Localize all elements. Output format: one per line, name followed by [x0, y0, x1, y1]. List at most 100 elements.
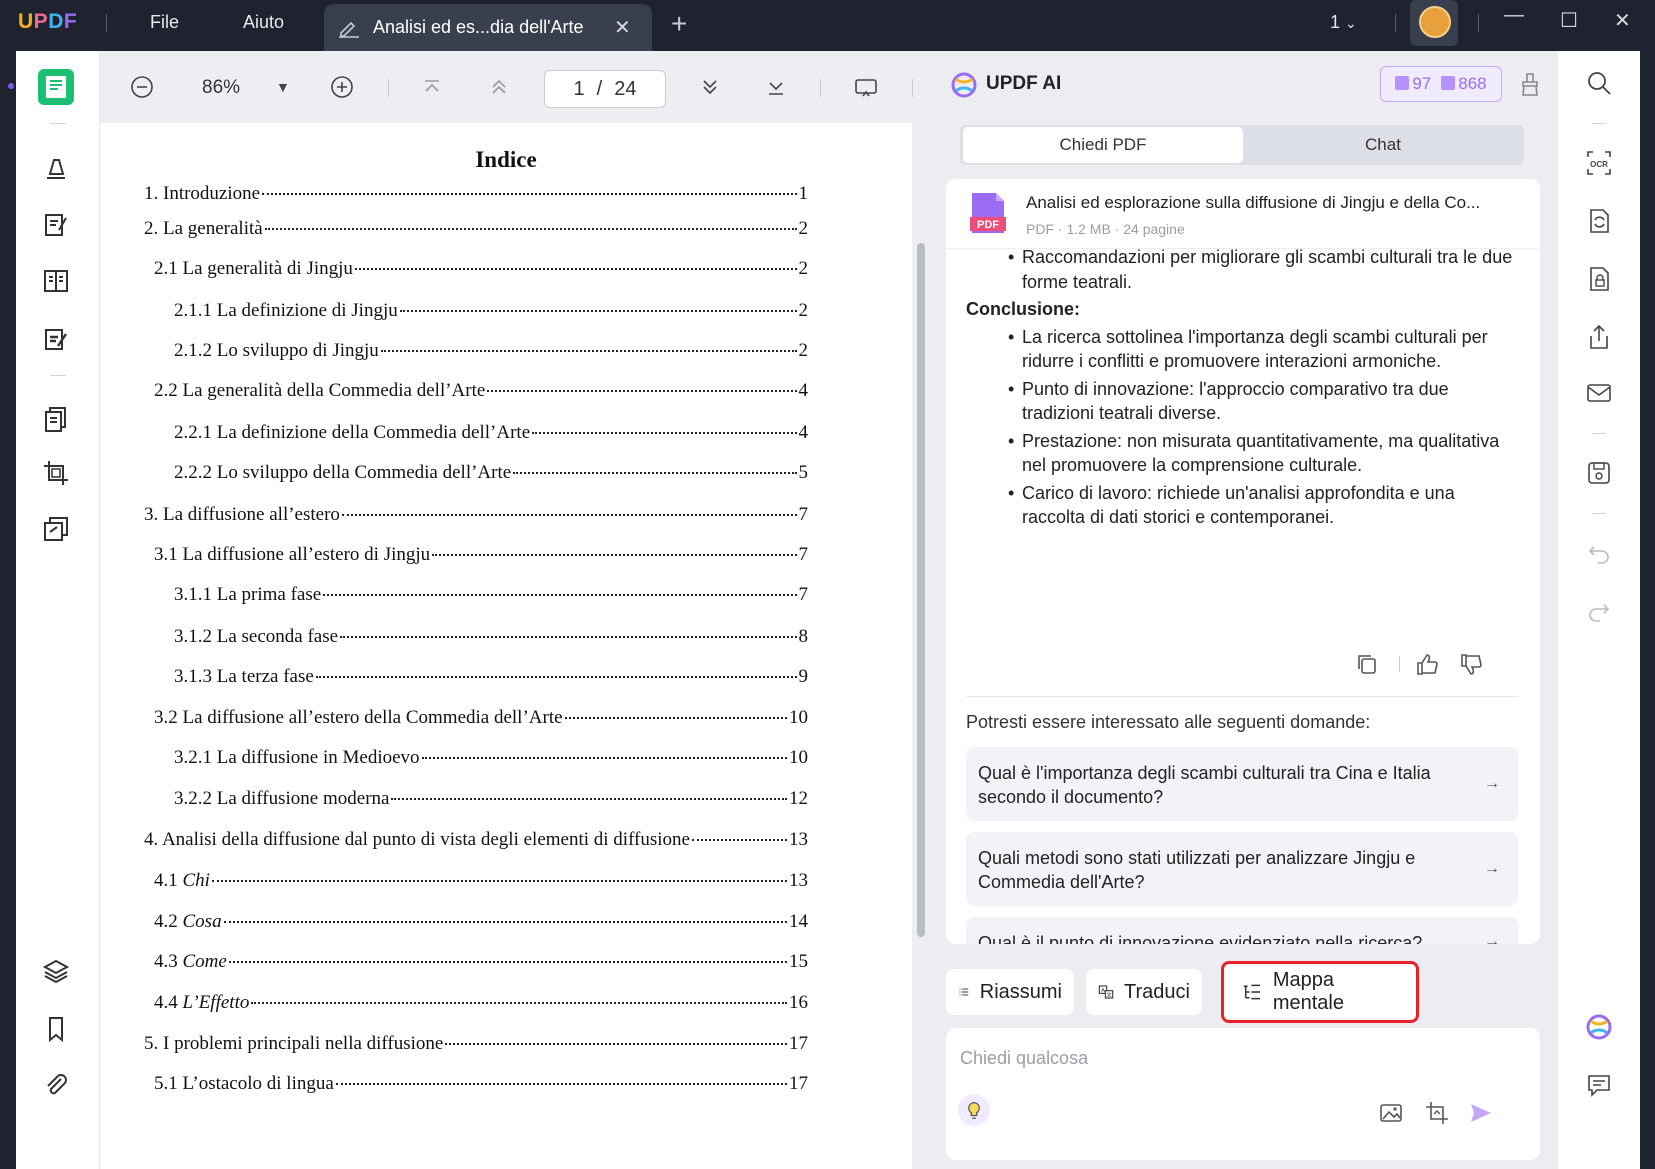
svg-text:A: A — [1101, 988, 1105, 994]
fill-sign-icon[interactable] — [38, 321, 74, 357]
toc-entry-label: 1. Introduzione — [144, 183, 261, 204]
plus-icon[interactable]: + — [671, 8, 687, 40]
page-tools-icon[interactable] — [38, 511, 74, 547]
image-icon[interactable] — [1378, 1100, 1404, 1126]
layers-icon[interactable] — [38, 953, 74, 989]
clear-chat-icon[interactable] — [1518, 71, 1542, 97]
toc-title: Indice — [475, 147, 537, 172]
tab-ask-pdf[interactable]: Chiedi PDF — [963, 127, 1243, 163]
toc-entry[interactable]: 3.1.2 La seconda fase 8 — [174, 626, 808, 652]
toc-page-number: 2 — [798, 340, 809, 361]
reader-mode-icon[interactable] — [38, 69, 74, 105]
toc-entry[interactable]: 5. I problemi principali nella diffusion… — [144, 1033, 808, 1059]
lightbulb-icon[interactable] — [958, 1094, 990, 1126]
menu-help[interactable]: Aiuto — [243, 12, 284, 33]
previous-page-icon[interactable] — [485, 73, 513, 101]
toc-entry[interactable]: 2.2.1 La definizione della Commedia dell… — [174, 422, 808, 448]
ai-panel: UPDF AI 97 868 Chiedi PDF Chat PDF Anali… — [928, 51, 1558, 1169]
credits-badge[interactable]: 97 868 — [1380, 66, 1502, 102]
vertical-scrollbar[interactable] — [917, 243, 925, 937]
thumbs-down-icon[interactable] — [1458, 651, 1484, 677]
tab-chat[interactable]: Chat — [1245, 127, 1521, 163]
presentation-icon[interactable] — [852, 73, 880, 101]
first-page-icon[interactable] — [418, 73, 446, 101]
toc-entry[interactable]: 1. Introduzione 1 — [144, 183, 808, 209]
zoom-in-icon[interactable] — [328, 73, 356, 101]
edit-pdf-icon[interactable] — [38, 207, 74, 243]
ocr-icon[interactable]: OCR — [1585, 149, 1613, 177]
translate-button[interactable]: A文 Traduci — [1086, 969, 1202, 1015]
toc-entry[interactable]: 4. Analisi della diffusione dal punto di… — [144, 829, 808, 855]
toc-entry[interactable]: 3.2.1 La diffusione in Medioevo 10 — [174, 747, 808, 773]
ai-response: Raccomandazioni per migliorare gli scamb… — [966, 245, 1514, 530]
page-number-field[interactable]: 1/24 — [544, 70, 666, 108]
suggestion-item[interactable]: Quali metodi sono stati utilizzati per a… — [966, 832, 1518, 906]
toc-entry[interactable]: 4.4 L’Effetto 16 — [154, 992, 808, 1018]
suggestion-item[interactable]: Qual è il punto di innovazione evidenzia… — [966, 917, 1518, 944]
close-icon[interactable]: ✕ — [614, 15, 631, 40]
email-icon[interactable] — [1585, 379, 1613, 407]
toc-entry[interactable]: 3.1 La diffusione all’estero di Jingju 7 — [154, 544, 808, 570]
mind-map-button[interactable]: Mappa mentale — [1221, 961, 1419, 1023]
toc-entry[interactable]: 3. La diffusione all’estero 7 — [144, 504, 808, 530]
summarize-button[interactable]: Riassumi — [946, 969, 1074, 1015]
thumbs-up-icon[interactable] — [1414, 651, 1440, 677]
form-icon[interactable] — [38, 263, 74, 299]
toc-entry[interactable]: 2.2.2 Lo sviluppo della Commedia dell’Ar… — [174, 462, 808, 488]
send-icon[interactable] — [1468, 1100, 1494, 1126]
screenshot-icon[interactable] — [1424, 1100, 1450, 1126]
toc-entry[interactable]: 2.1.2 Lo sviluppo di Jingju 2 — [174, 340, 808, 366]
toc-page-number: 1 — [798, 183, 809, 204]
search-icon[interactable] — [1585, 69, 1613, 97]
toc-entry[interactable]: 3.2.2 La diffusione moderna 12 — [174, 788, 808, 814]
ask-input[interactable]: Chiedi qualcosa — [946, 1028, 1540, 1160]
maximize-icon[interactable]: ☐ — [1560, 8, 1578, 33]
protect-icon[interactable] — [1585, 265, 1613, 293]
next-page-icon[interactable] — [696, 73, 724, 101]
account-button[interactable] — [1410, 0, 1458, 46]
redo-icon[interactable] — [1585, 597, 1613, 625]
toc-entry[interactable]: 2.1.1 La definizione di Jingju 2 — [174, 300, 808, 326]
toc-leader-dots — [223, 921, 787, 923]
undo-icon[interactable] — [1585, 539, 1613, 567]
zoom-level[interactable]: 86% — [202, 77, 240, 99]
toc-entry[interactable]: 4.1 Chi 13 — [154, 870, 808, 896]
document-icon — [1395, 76, 1410, 90]
document-tab[interactable]: Analisi ed es...dia dell'Arte ✕ — [324, 4, 652, 51]
last-page-icon[interactable] — [762, 73, 790, 101]
toc-entry[interactable]: 4.2 Cosa 14 — [154, 911, 808, 937]
minimize-icon[interactable]: — — [1504, 4, 1524, 27]
crop-icon[interactable] — [38, 455, 74, 491]
updf-ai-icon[interactable] — [1585, 1013, 1613, 1041]
list-icon — [959, 988, 969, 996]
bookmark-icon[interactable] — [38, 1011, 74, 1047]
page-count[interactable]: 1 ⌄ — [1330, 12, 1357, 33]
attachment-icon[interactable] — [38, 1067, 74, 1103]
organize-pages-icon[interactable] — [38, 401, 74, 437]
save-icon[interactable] — [1585, 459, 1613, 487]
toc-entry-number: 4.1 — [154, 870, 178, 891]
menu-file[interactable]: File — [150, 12, 179, 33]
comment-icon[interactable] — [1585, 1071, 1613, 1099]
zoom-out-icon[interactable] — [128, 73, 156, 101]
updf-ai-logo-icon — [951, 72, 977, 98]
toc-entry[interactable]: 3.2 La diffusione all’estero della Comme… — [154, 707, 808, 733]
toc-entry[interactable]: 5.1 L’ostacolo di lingua 17 — [154, 1073, 808, 1099]
highlight-icon[interactable] — [38, 149, 74, 185]
toc-entry[interactable]: 3.1.1 La prima fase 7 — [174, 584, 808, 610]
zoom-dropdown-icon[interactable]: ▼ — [276, 79, 290, 95]
toc-entry[interactable]: 2.2 La generalità della Commedia dell’Ar… — [154, 380, 808, 406]
copy-icon[interactable] — [1354, 651, 1380, 677]
divider — [1478, 14, 1479, 32]
toc-leader-dots — [445, 1043, 787, 1045]
suggestion-item[interactable]: Qual è l'importanza degli scambi cultura… — [966, 747, 1518, 821]
divider — [1592, 433, 1606, 434]
toc-entry[interactable]: 2.1 La generalità di Jingju 2 — [154, 258, 808, 284]
toc-entry[interactable]: 4.3 Come 15 — [154, 951, 808, 977]
window-close-icon[interactable]: ✕ — [1614, 8, 1631, 33]
convert-icon[interactable] — [1585, 207, 1613, 235]
toc-entry[interactable]: 3.1.3 La terza fase 9 — [174, 666, 808, 692]
toc-entry[interactable]: 2. La generalità 2 — [144, 218, 808, 244]
share-icon[interactable] — [1585, 323, 1613, 351]
divider — [966, 696, 1518, 697]
